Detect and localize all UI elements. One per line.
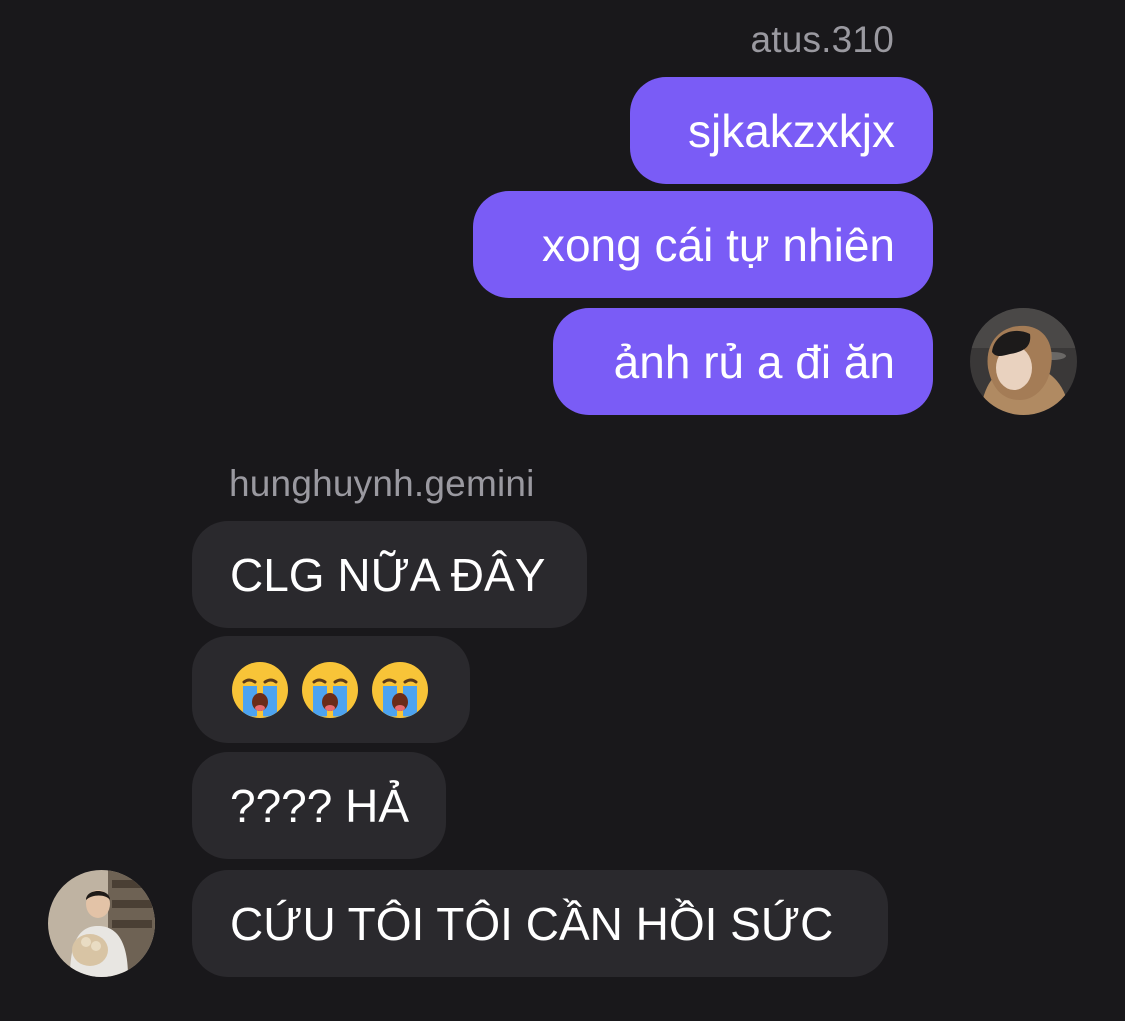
incoming-message-bubble[interactable]: CLG NỮA ĐÂY [192, 521, 587, 628]
outgoing-message-bubble[interactable]: xong cái tự nhiên [473, 191, 933, 298]
message-text: CLG NỮA ĐÂY [230, 548, 546, 601]
incoming-sender-name: hunghuynh.gemini [229, 463, 535, 504]
avatar-photo [48, 870, 155, 977]
message-text: CỨU TÔI TÔI CẦN HỒI SỨC [230, 897, 834, 950]
loudly-crying-face-icon [372, 661, 428, 718]
outgoing-sender-name: atus.310 [750, 19, 894, 60]
outgoing-message-bubble[interactable]: sjkakzxkjx [630, 77, 933, 184]
incoming-emoji-bubble[interactable] [192, 636, 470, 743]
incoming-user-avatar[interactable] [48, 870, 155, 977]
outgoing-message-bubble[interactable]: ảnh rủ a đi ăn [553, 308, 933, 415]
loudly-crying-face-icon [302, 661, 358, 718]
message-text: ???? HẢ [230, 779, 410, 832]
outgoing-user-avatar[interactable] [970, 308, 1077, 415]
avatar-photo [970, 308, 1077, 415]
message-text: xong cái tự nhiên [541, 218, 895, 271]
message-text: ảnh rủ a đi ăn [613, 335, 895, 388]
loudly-crying-face-icon [232, 661, 288, 718]
incoming-message-bubble[interactable]: CỨU TÔI TÔI CẦN HỒI SỨC [192, 870, 888, 977]
incoming-message-bubble[interactable]: ???? HẢ [192, 752, 446, 859]
message-text: sjkakzxkjx [687, 104, 895, 157]
emoji-row [230, 660, 430, 720]
